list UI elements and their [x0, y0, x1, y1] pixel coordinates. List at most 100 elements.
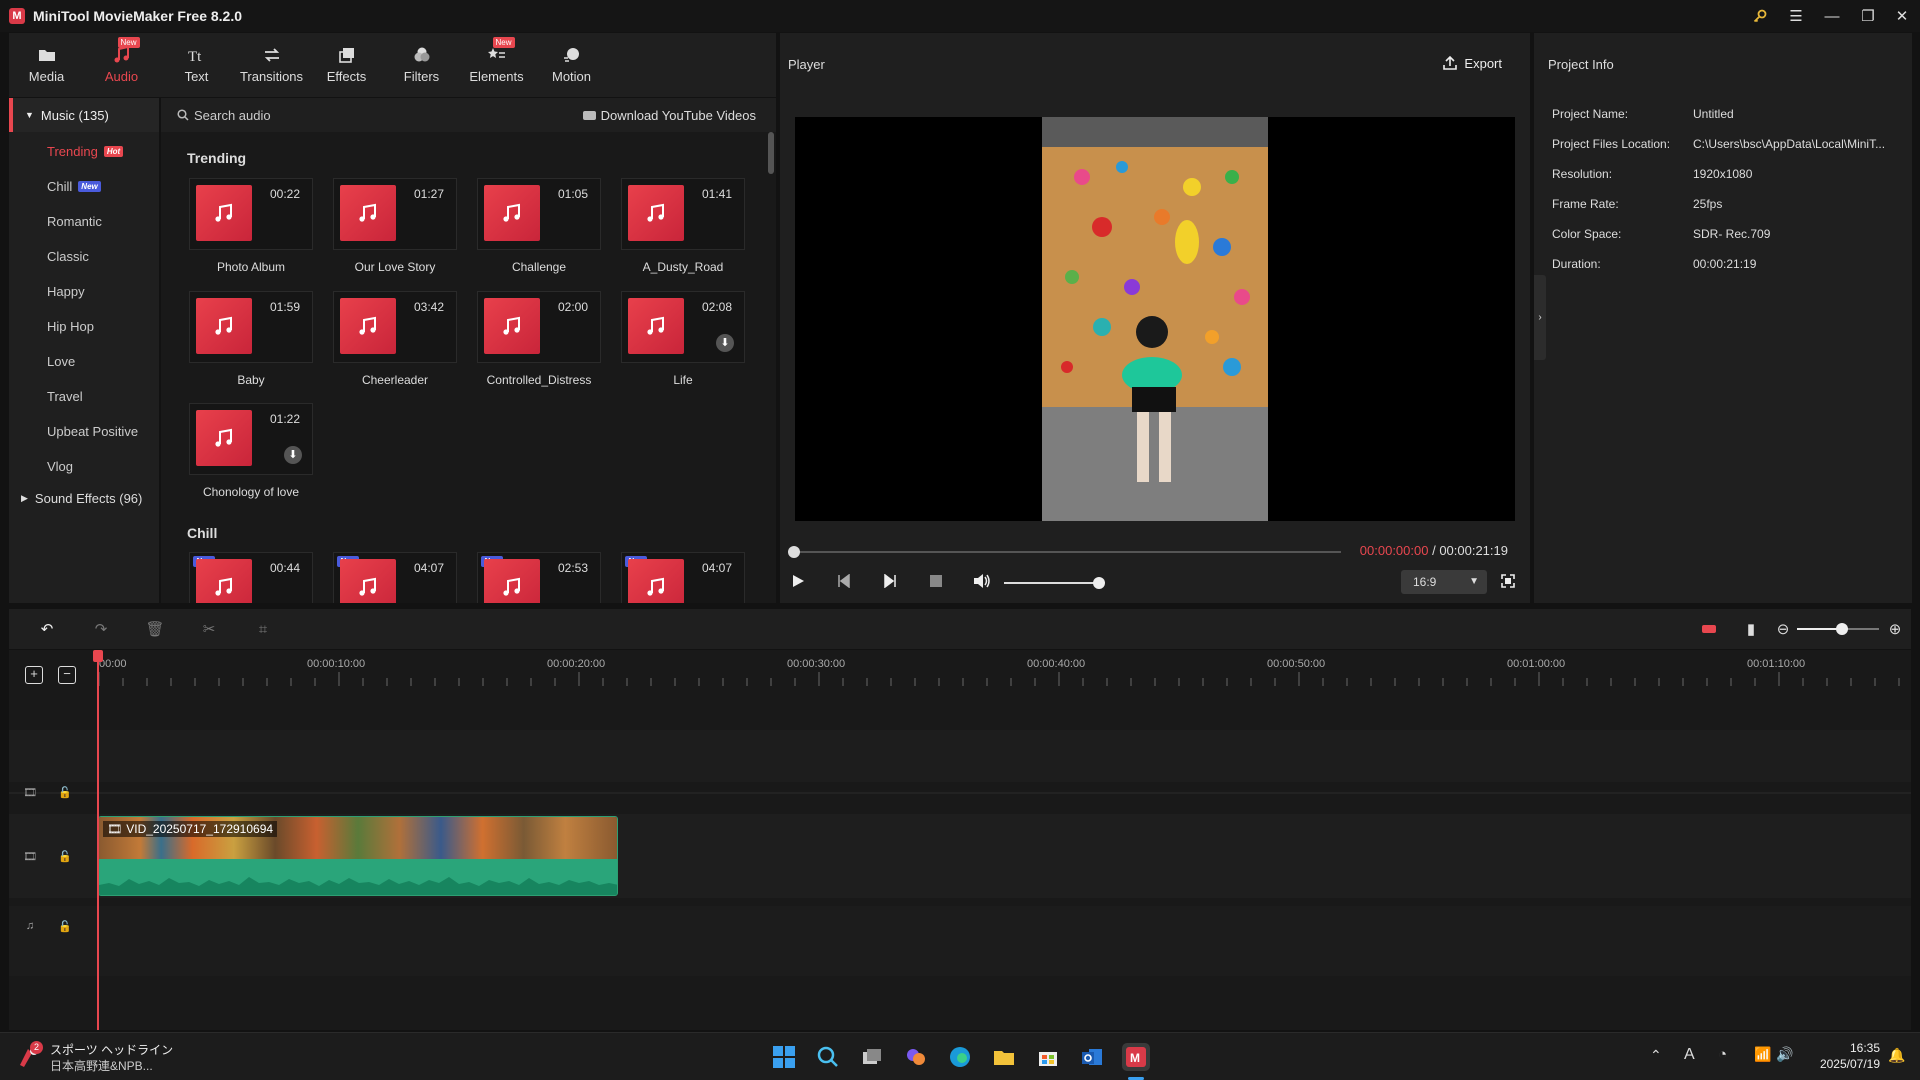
key-icon[interactable] — [1742, 0, 1778, 32]
category-chill[interactable]: Chill New — [9, 169, 159, 204]
category-trending[interactable]: Trending Hot — [9, 134, 159, 169]
download-icon[interactable]: ⬇ — [716, 334, 734, 352]
maximize-button[interactable]: ❐ — [1850, 0, 1886, 32]
category-hip-hop[interactable]: Hip Hop — [9, 309, 159, 344]
playhead-handle[interactable] — [93, 650, 103, 662]
fullscreen-button[interactable] — [1498, 571, 1518, 591]
toolbar-motion[interactable]: Motion — [534, 33, 609, 97]
track-card[interactable]: 01:22 ⬇ — [189, 403, 313, 475]
category-happy[interactable]: Happy — [9, 274, 159, 309]
toolbar-filters[interactable]: Filters — [384, 33, 459, 97]
track-card[interactable]: 01:05 — [477, 178, 601, 250]
video-clip[interactable]: 🎞 VID_20250717_172910694 — [98, 816, 618, 896]
task-view-icon[interactable] — [858, 1043, 886, 1071]
toolbar-media[interactable]: Media — [9, 33, 84, 97]
search-icon[interactable] — [814, 1043, 842, 1071]
fit-timeline-button[interactable]: ▮ — [1741, 619, 1761, 639]
sound-effects-category-header[interactable]: ▶ Sound Effects (96) — [9, 484, 159, 512]
news-widget-icon[interactable]: 2 — [16, 1041, 43, 1069]
category-classic[interactable]: Classic — [9, 239, 159, 274]
redo-button[interactable]: ↷ — [91, 619, 111, 639]
ruler-label: 00:01:00:00 — [1507, 658, 1566, 670]
seek-handle[interactable] — [788, 546, 800, 558]
track-card[interactable]: 01:27 — [333, 178, 457, 250]
track-card[interactable]: New02:53 — [477, 552, 601, 603]
zoom-handle[interactable] — [1836, 623, 1849, 635]
toolbar-effects[interactable]: Effects — [309, 33, 384, 97]
lock-icon[interactable]: 🔓 — [57, 848, 73, 864]
menu-icon[interactable]: ☰ — [1778, 0, 1814, 32]
category-romantic[interactable]: Romantic — [9, 204, 159, 239]
volume-button[interactable] — [972, 571, 992, 591]
stop-button[interactable] — [926, 571, 946, 591]
zoom-in-button[interactable]: ⊕ — [1885, 619, 1905, 639]
volume-handle[interactable] — [1093, 577, 1105, 589]
close-button[interactable]: ✕ — [1884, 0, 1920, 32]
track-card[interactable]: New00:44 — [189, 552, 313, 603]
export-button[interactable]: Export — [1442, 55, 1502, 71]
track-card[interactable]: 01:41 — [621, 178, 745, 250]
track-card[interactable]: 02:08 ⬇ — [621, 291, 745, 363]
toolbar-elements[interactable]: New Elements — [459, 33, 534, 97]
clock-time[interactable]: 16:35 — [1816, 1041, 1880, 1055]
category-travel[interactable]: Travel — [9, 379, 159, 414]
delete-button[interactable]: 🗑 — [145, 619, 165, 639]
toolbar-audio[interactable]: New Audio — [84, 33, 159, 97]
volume-icon[interactable]: 🔊 — [1776, 1046, 1793, 1063]
category-label: Vlog — [47, 459, 74, 474]
remove-track-icon[interactable]: − — [58, 666, 76, 684]
audio-scrollbar[interactable] — [768, 132, 774, 174]
track-card[interactable]: 02:00 — [477, 291, 601, 363]
seek-bar[interactable] — [788, 546, 1341, 558]
music-category-header[interactable]: ▼ Music (135) — [9, 98, 159, 132]
info-value: 00:00:21:19 — [1693, 257, 1757, 271]
snap-button[interactable] — [1699, 619, 1719, 639]
minitool-moviemaker-icon[interactable]: M — [1122, 1043, 1150, 1071]
news-title[interactable]: スポーツ ヘッドライン — [50, 1041, 173, 1058]
aspect-ratio-select[interactable]: 16:9 ▼ — [1401, 570, 1487, 594]
play-button[interactable] — [788, 571, 808, 591]
undo-button[interactable]: ↶ — [37, 619, 57, 639]
track-card[interactable]: 00:22 — [189, 178, 313, 250]
time-ruler[interactable]: 00:00 00:00:10:00 00:00:20:00 00:00:30:0… — [97, 650, 1911, 690]
zoom-out-button[interactable]: ⊖ — [1773, 619, 1793, 639]
download-youtube-link[interactable]: Download YouTube Videos — [582, 108, 756, 123]
track-card[interactable]: 03:42 — [333, 291, 457, 363]
track-card[interactable]: 01:59 — [189, 291, 313, 363]
tray-chevron-up-icon[interactable]: ⌃ — [1650, 1047, 1662, 1064]
clock-date[interactable]: 2025/07/19 — [1808, 1057, 1880, 1071]
category-love[interactable]: Love — [9, 344, 159, 379]
track-card[interactable]: New04:07 — [333, 552, 457, 603]
split-button[interactable]: ✂ — [199, 619, 219, 639]
category-upbeat-positive[interactable]: Upbeat Positive — [9, 414, 159, 449]
add-track-icon[interactable]: + — [25, 666, 43, 684]
lock-icon[interactable]: 🔓 — [57, 784, 73, 800]
copilot-icon[interactable] — [902, 1043, 930, 1071]
toolbar-text[interactable]: Tt Text — [159, 33, 234, 97]
minimize-button[interactable]: — — [1814, 0, 1850, 32]
playhead[interactable] — [93, 650, 103, 1030]
zoom-slider[interactable] — [1797, 623, 1879, 635]
collapse-panel-button[interactable]: › — [1534, 275, 1546, 360]
file-explorer-icon[interactable] — [990, 1043, 1018, 1071]
ime-mode-icon[interactable]: ◔ — [1718, 1046, 1727, 1063]
next-frame-button[interactable] — [880, 571, 900, 591]
category-vlog[interactable]: Vlog — [9, 449, 159, 484]
wifi-icon[interactable]: 📶 — [1754, 1046, 1771, 1063]
edge-icon[interactable] — [946, 1043, 974, 1071]
toolbar-transitions[interactable]: Transitions — [234, 33, 309, 97]
timeline[interactable]: + − 00:00 00:00:10:00 00:00:20:00 00:00:… — [9, 650, 1911, 1030]
crop-button[interactable]: ⌗ — [253, 619, 273, 639]
download-icon[interactable]: ⬇ — [284, 446, 302, 464]
lock-icon[interactable]: 🔓 — [57, 918, 73, 934]
notification-icon[interactable]: 🔔 — [1888, 1047, 1905, 1064]
volume-slider[interactable] — [1004, 577, 1105, 589]
news-subtitle[interactable]: 日本高野連&NPB... — [50, 1057, 153, 1074]
track-duration: 00:44 — [269, 561, 300, 575]
outlook-icon[interactable] — [1078, 1043, 1106, 1071]
ime-indicator[interactable]: A — [1684, 1046, 1695, 1064]
previous-frame-button[interactable] — [834, 571, 854, 591]
track-card[interactable]: New04:07 — [621, 552, 745, 603]
windows-start-icon[interactable] — [770, 1043, 798, 1071]
microsoft-store-icon[interactable] — [1034, 1043, 1062, 1071]
